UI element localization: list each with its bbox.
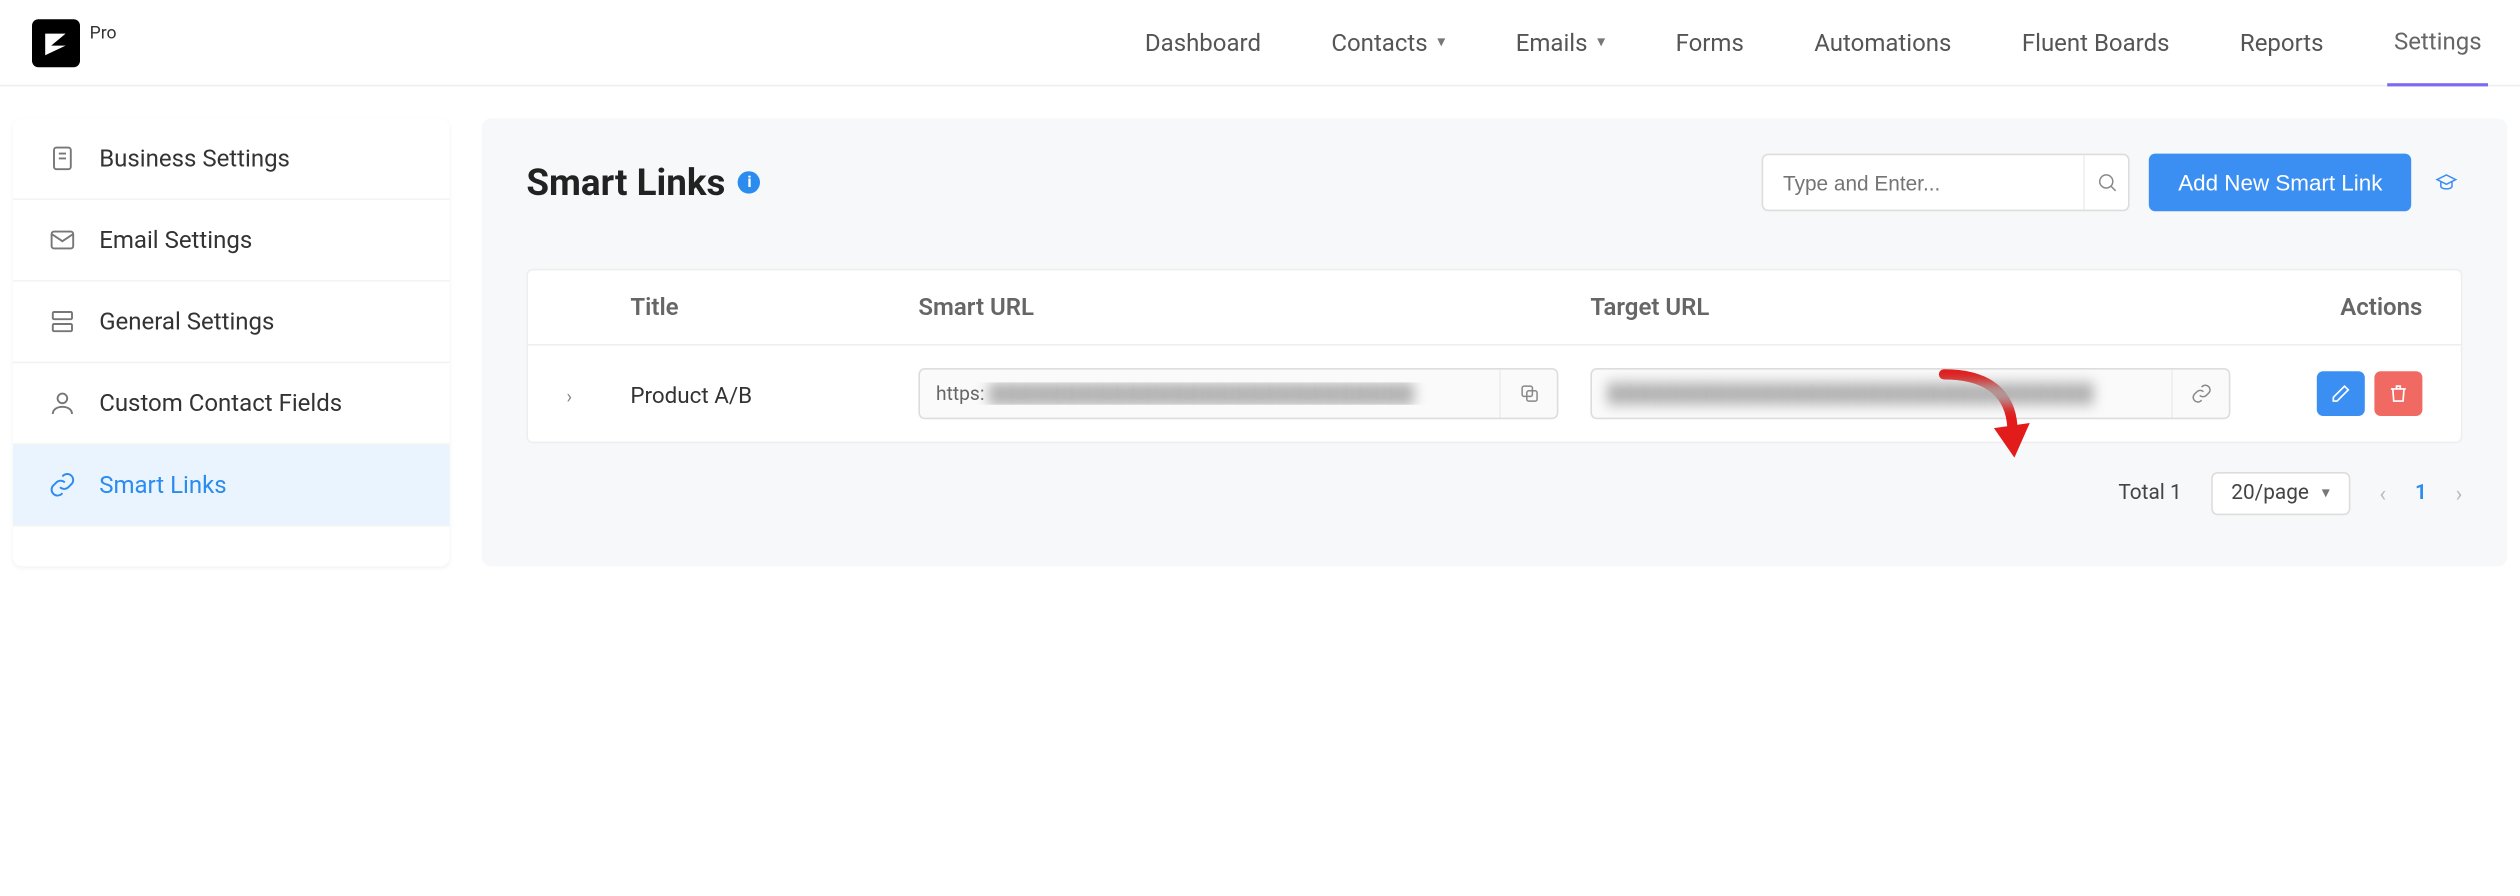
page-number: 1 — [2415, 482, 2427, 506]
target-url-field: ████████████████████████████████ — [1590, 368, 2230, 419]
nav-settings[interactable]: Settings — [2388, 0, 2488, 86]
smart-url-field: https: ████████████████████████████ — [918, 368, 1558, 419]
sidebar-item-label: Custom Contact Fields — [99, 389, 342, 418]
header-actions: Add New Smart Link — [1762, 154, 2462, 212]
page-nav: ‹ 1 › — [2379, 481, 2462, 507]
nav-automations[interactable]: Automations — [1808, 0, 1958, 86]
logo-icon — [32, 18, 80, 66]
chevron-down-icon: ▾ — [1597, 34, 1605, 52]
nav-fluent-boards[interactable]: Fluent Boards — [2015, 0, 2175, 86]
delete-button[interactable] — [2374, 371, 2422, 416]
smart-url-prefix: https: — [936, 382, 985, 404]
sidebar-item-email[interactable]: Email Settings — [13, 200, 450, 282]
topbar: Pro Dashboard Contacts ▾ Emails ▾ Forms Au… — [0, 0, 2520, 86]
total-count: Total 1 — [2118, 482, 2181, 506]
nav-emails[interactable]: Emails ▾ — [1509, 0, 1611, 86]
info-icon[interactable]: i — [738, 171, 760, 193]
nav-dashboard[interactable]: Dashboard — [1139, 0, 1268, 86]
expand-row-toggle[interactable]: › — [566, 385, 572, 407]
nav-reports[interactable]: Reports — [2234, 0, 2330, 86]
col-actions: Actions — [2262, 293, 2422, 322]
nav-settings-label: Settings — [2394, 26, 2482, 55]
add-smart-link-button[interactable]: Add New Smart Link — [2149, 154, 2411, 212]
app-body: Business Settings Email Settings General… — [0, 118, 2520, 566]
table-header: Title Smart URL Target URL Actions — [528, 270, 2461, 345]
sidebar-item-contact-fields[interactable]: Custom Contact Fields — [13, 363, 450, 445]
col-expand — [566, 293, 630, 322]
chevron-down-icon: ▾ — [1437, 34, 1445, 52]
search-box — [1762, 154, 2130, 212]
nav-forms[interactable]: Forms — [1669, 0, 1750, 86]
nav-dashboard-label: Dashboard — [1145, 28, 1261, 57]
page-header: Smart Links i Add New Smart Link — [526, 154, 2462, 212]
document-icon — [48, 144, 77, 173]
copy-icon[interactable] — [1499, 370, 1557, 418]
pagination: Total 1 20/page ▾ ‹ 1 › — [526, 472, 2462, 515]
mail-icon — [48, 226, 77, 255]
row-actions — [2317, 371, 2423, 416]
open-link-icon[interactable] — [2171, 370, 2229, 418]
page-size-label: 20/page — [2231, 482, 2309, 506]
link-icon — [48, 470, 77, 499]
sidebar-item-smart-links[interactable]: Smart Links — [13, 445, 450, 527]
nav-reports-label: Reports — [2240, 28, 2324, 57]
col-target-url: Target URL — [1590, 293, 2262, 322]
search-input[interactable] — [1764, 170, 2084, 194]
pro-label: Pro — [90, 18, 117, 42]
sidebar-item-label: Smart Links — [99, 470, 226, 499]
settings-sidebar: Business Settings Email Settings General… — [13, 118, 450, 566]
sidebar-item-general[interactable]: General Settings — [13, 282, 450, 364]
col-title: Title — [630, 293, 918, 322]
user-icon — [48, 389, 77, 418]
sidebar-item-label: General Settings — [99, 307, 274, 336]
graduation-cap-icon[interactable] — [2430, 166, 2462, 198]
sidebar-item-label: Email Settings — [99, 226, 252, 255]
page-title: Smart Links i — [526, 161, 760, 204]
main-content: Smart Links i Add New Smart Link Tit — [482, 118, 2508, 566]
next-page-button[interactable]: › — [2456, 481, 2463, 507]
nav-fluent-boards-label: Fluent Boards — [2022, 28, 2170, 57]
col-smart-url: Smart URL — [918, 293, 1590, 322]
sidebar-item-business[interactable]: Business Settings — [13, 118, 450, 200]
nav-forms-label: Forms — [1676, 28, 1744, 57]
row-title: Product A/B — [630, 383, 752, 409]
nav-contacts[interactable]: Contacts ▾ — [1325, 0, 1452, 86]
nav-automations-label: Automations — [1814, 28, 1951, 57]
smart-url-value: https: ████████████████████████████ — [920, 382, 1499, 404]
brand: Pro — [32, 18, 117, 66]
page-title-text: Smart Links — [526, 161, 725, 204]
page-size-select[interactable]: 20/page ▾ — [2210, 472, 2350, 515]
search-button[interactable] — [2084, 155, 2129, 209]
chevron-down-icon: ▾ — [2322, 485, 2330, 503]
target-url-value: ████████████████████████████████ — [1592, 382, 2171, 404]
nav-contacts-label: Contacts — [1331, 28, 1427, 57]
sidebar-item-label: Business Settings — [99, 144, 290, 173]
smart-links-table: Title Smart URL Target URL Actions › Pro… — [526, 269, 2462, 443]
nav-emails-label: Emails — [1516, 28, 1588, 57]
table-row: › Product A/B https: ███████████████████… — [528, 346, 2461, 442]
smart-url-hidden: ████████████████████████████ — [989, 382, 1415, 404]
primary-nav: Dashboard Contacts ▾ Emails ▾ Forms Automa… — [1139, 0, 2489, 86]
sliders-icon — [48, 307, 77, 336]
edit-button[interactable] — [2317, 371, 2365, 416]
prev-page-button[interactable]: ‹ — [2379, 481, 2386, 507]
